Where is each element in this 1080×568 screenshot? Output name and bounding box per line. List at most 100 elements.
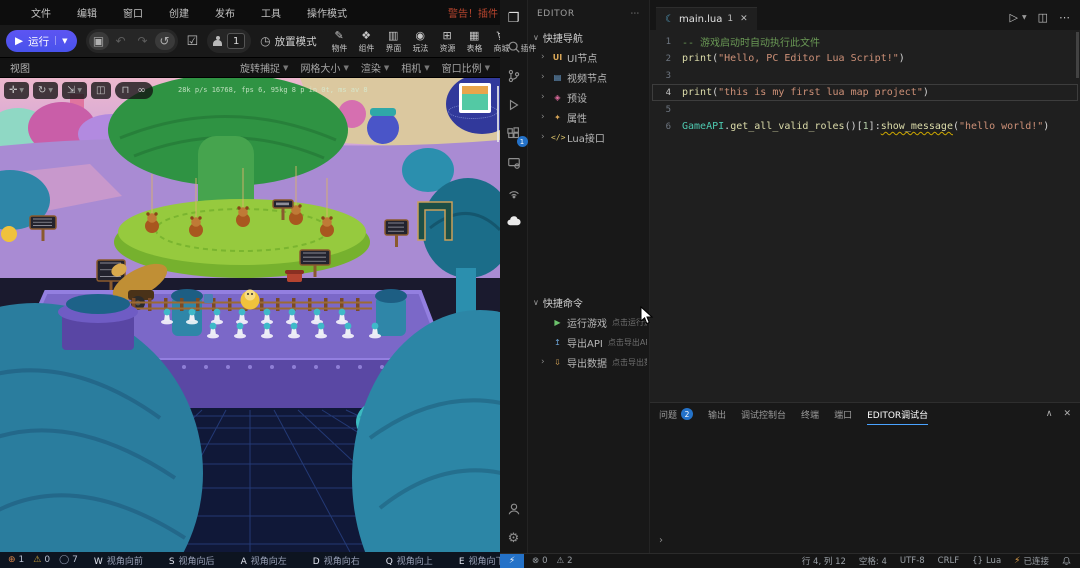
code-token: -- 游戏启动时自动执行此文件 (682, 38, 820, 49)
close-icon[interactable]: ✕ (740, 14, 748, 24)
code-line-4[interactable]: 4print("this is my first lua map project… (650, 84, 1080, 101)
viewport-menu-网格大小[interactable]: 网格大小▼ (300, 60, 348, 75)
tree-item-label: 视频节点 (567, 70, 607, 85)
chevron-right-icon: › (541, 72, 548, 82)
code-line-5[interactable]: 5 (650, 101, 1080, 118)
status-CRLF[interactable]: CRLF (938, 556, 959, 566)
scale-tool-button[interactable]: ⇲▼ (63, 83, 86, 98)
tree-item-UI节点[interactable]: ›UIUI节点 (528, 47, 649, 67)
search-icon[interactable] (505, 38, 523, 56)
selected-block-swatch[interactable] (459, 83, 491, 113)
splitter-handle[interactable] (497, 86, 499, 142)
toolbar-button-物件[interactable]: ✎物件 (326, 28, 353, 54)
menu-item[interactable]: 创建 (156, 0, 202, 25)
source-control-icon[interactable] (505, 67, 523, 85)
cloud-sync-icon[interactable] (505, 212, 523, 230)
snap-magnet-button[interactable]: ⊓ (118, 83, 134, 98)
panel-tab-调试控制台[interactable]: 调试控制台 (741, 403, 786, 425)
panel-tab-EDITOR调试台[interactable]: EDITOR调试台 (867, 403, 928, 425)
hint-key: A (241, 557, 247, 567)
status-空格: 4[interactable]: 空格: 4 (859, 555, 887, 567)
panel-tab-终端[interactable]: 终端 (801, 403, 819, 425)
extensions-icon[interactable]: 1 (505, 125, 523, 143)
remote-explorer-icon[interactable] (505, 154, 523, 172)
run-file-button[interactable]: ▷ (1010, 11, 1018, 24)
toolbar-button-表格[interactable]: ▦表格 (461, 28, 488, 54)
code-line-6[interactable]: 6GameAPI.get_all_valid_roles()[1]:show_m… (650, 118, 1080, 135)
save-button[interactable]: ▣ (89, 32, 109, 50)
tree-item-Lua接口[interactable]: ›</>Lua接口 (528, 127, 649, 147)
link-tool-button[interactable]: ∞ (133, 83, 149, 98)
panel-tab-输出[interactable]: 输出 (708, 403, 726, 425)
status-已连接[interactable]: ⚡已连接 (1014, 555, 1049, 567)
revert-button[interactable]: ↺ (155, 32, 175, 50)
settings-gear-icon[interactable]: ⚙ (505, 529, 523, 547)
account-icon[interactable] (505, 500, 523, 518)
status-Lua[interactable]: {}Lua (972, 556, 1001, 566)
player-count-box[interactable]: 1 (227, 33, 245, 49)
rotate-tool-button[interactable]: ↻▼ (34, 83, 57, 98)
close-icon[interactable]: ✕ (1063, 409, 1071, 419)
move-tool-button[interactable]: ✛▼ (5, 83, 28, 98)
checklist-button[interactable]: ☑ (187, 34, 199, 49)
placement-mode-button[interactable]: ◷ 放置模式 (260, 34, 316, 49)
viewport-3d-scene[interactable]: 28k p/s 16768, fps 6, 95kg 8 p in 0t, ms… (0, 78, 500, 552)
tree-item-预设[interactable]: ›◈预设 (528, 87, 649, 107)
menu-item[interactable]: 窗口 (110, 0, 156, 25)
toolbar-button-玩法[interactable]: ◉玩法 (407, 28, 434, 54)
hint-key: D (313, 557, 320, 567)
problems-warnings[interactable]: ⚠2 (557, 556, 573, 566)
menu-item[interactable]: 工具 (248, 0, 294, 25)
tree-item-视频节点[interactable]: ›▤视频节点 (528, 67, 649, 87)
tree-item-属性[interactable]: ›✦属性 (528, 107, 649, 127)
problems-errors[interactable]: ⊗0 (532, 556, 548, 566)
more-actions-icon[interactable]: ⋯ (1059, 11, 1070, 24)
chevron-up-icon[interactable]: ∧ (1046, 409, 1053, 419)
viewport-3d[interactable]: 28k p/s 16768, fps 6, 95kg 8 p in 0t, ms… (0, 78, 500, 552)
viewport-menu-旋转捕捉[interactable]: 旋转捕捉▼ (240, 60, 288, 75)
more-actions-icon[interactable]: ⋯ (630, 9, 640, 19)
remote-indicator[interactable]: ⚡ (500, 554, 524, 568)
local-space-button[interactable]: ◫ (92, 83, 109, 98)
split-editor-button[interactable]: ◫ (1038, 11, 1048, 24)
toolbar-button-组件[interactable]: ❖组件 (353, 28, 380, 54)
code-line-2[interactable]: 2print("Hello, PC Editor Lua Script!") (650, 50, 1080, 67)
cmd-item-运行游戏[interactable]: ▶运行游戏点击运行游戏 (528, 312, 649, 332)
redo-button[interactable]: ↷ (133, 32, 153, 50)
toolbar-button-label: 界面 (385, 42, 401, 53)
cmd-item-导出API[interactable]: ↥导出API点击导出API (528, 332, 649, 352)
run-debug-icon[interactable] (505, 96, 523, 114)
menu-item[interactable]: 编辑 (64, 0, 110, 25)
panel-tab-端口[interactable]: 端口 (834, 403, 852, 425)
run-button[interactable]: ▶ 运行 | ▼ (6, 30, 77, 52)
menu-item[interactable]: 文件 (18, 0, 64, 25)
undo-button[interactable]: ↶ (111, 32, 131, 50)
toolbar-button-资源[interactable]: ⊞资源 (434, 28, 461, 54)
panel-tab-问题[interactable]: 问题2 (659, 403, 693, 425)
chevron-down-icon: ▼ (343, 64, 348, 72)
live-share-icon[interactable] (505, 183, 523, 201)
status-行 4, 列 12[interactable]: 行 4, 列 12 (802, 555, 846, 567)
debug-console-content[interactable]: › (650, 425, 1080, 553)
hint-label: 视角向上 (397, 557, 433, 567)
cmd-item-导出数据[interactable]: ›⇩导出数据点击导出数据 (528, 352, 649, 372)
viewport-menu-渲染[interactable]: 渲染▼ (361, 60, 389, 75)
tree-item-label: 属性 (567, 110, 587, 125)
nav-section-header[interactable]: ∨ 快捷导航 (528, 28, 649, 47)
code-line-3[interactable]: 3 (650, 67, 1080, 84)
menu-item[interactable]: 操作模式 (294, 0, 360, 25)
toolbar-button-界面[interactable]: ▥界面 (380, 28, 407, 54)
status-UTF-8[interactable]: UTF-8 (900, 556, 925, 566)
tab-badge: 1 (727, 14, 733, 24)
viewport-menu-相机[interactable]: 相机▼ (401, 60, 429, 75)
code-line-1[interactable]: 1-- 游戏启动时自动执行此文件 (650, 33, 1080, 50)
code-token: "hello world!" (959, 121, 1043, 132)
tab-main-lua[interactable]: ☾ main.lua 1 ✕ (656, 7, 757, 30)
code-editor[interactable]: 1-- 游戏启动时自动执行此文件2print("Hello, PC Editor… (650, 30, 1080, 402)
menu-item[interactable]: 发布 (202, 0, 248, 25)
cmd-section-header[interactable]: ∨ 快捷命令 (528, 293, 649, 312)
viewport-menu-窗口比例[interactable]: 窗口比例▼ (442, 60, 490, 75)
explorer-icon[interactable]: ❐ (505, 9, 523, 27)
tree-item-label: Lua接口 (567, 130, 605, 145)
notifications-bell-icon[interactable] (1062, 556, 1071, 566)
